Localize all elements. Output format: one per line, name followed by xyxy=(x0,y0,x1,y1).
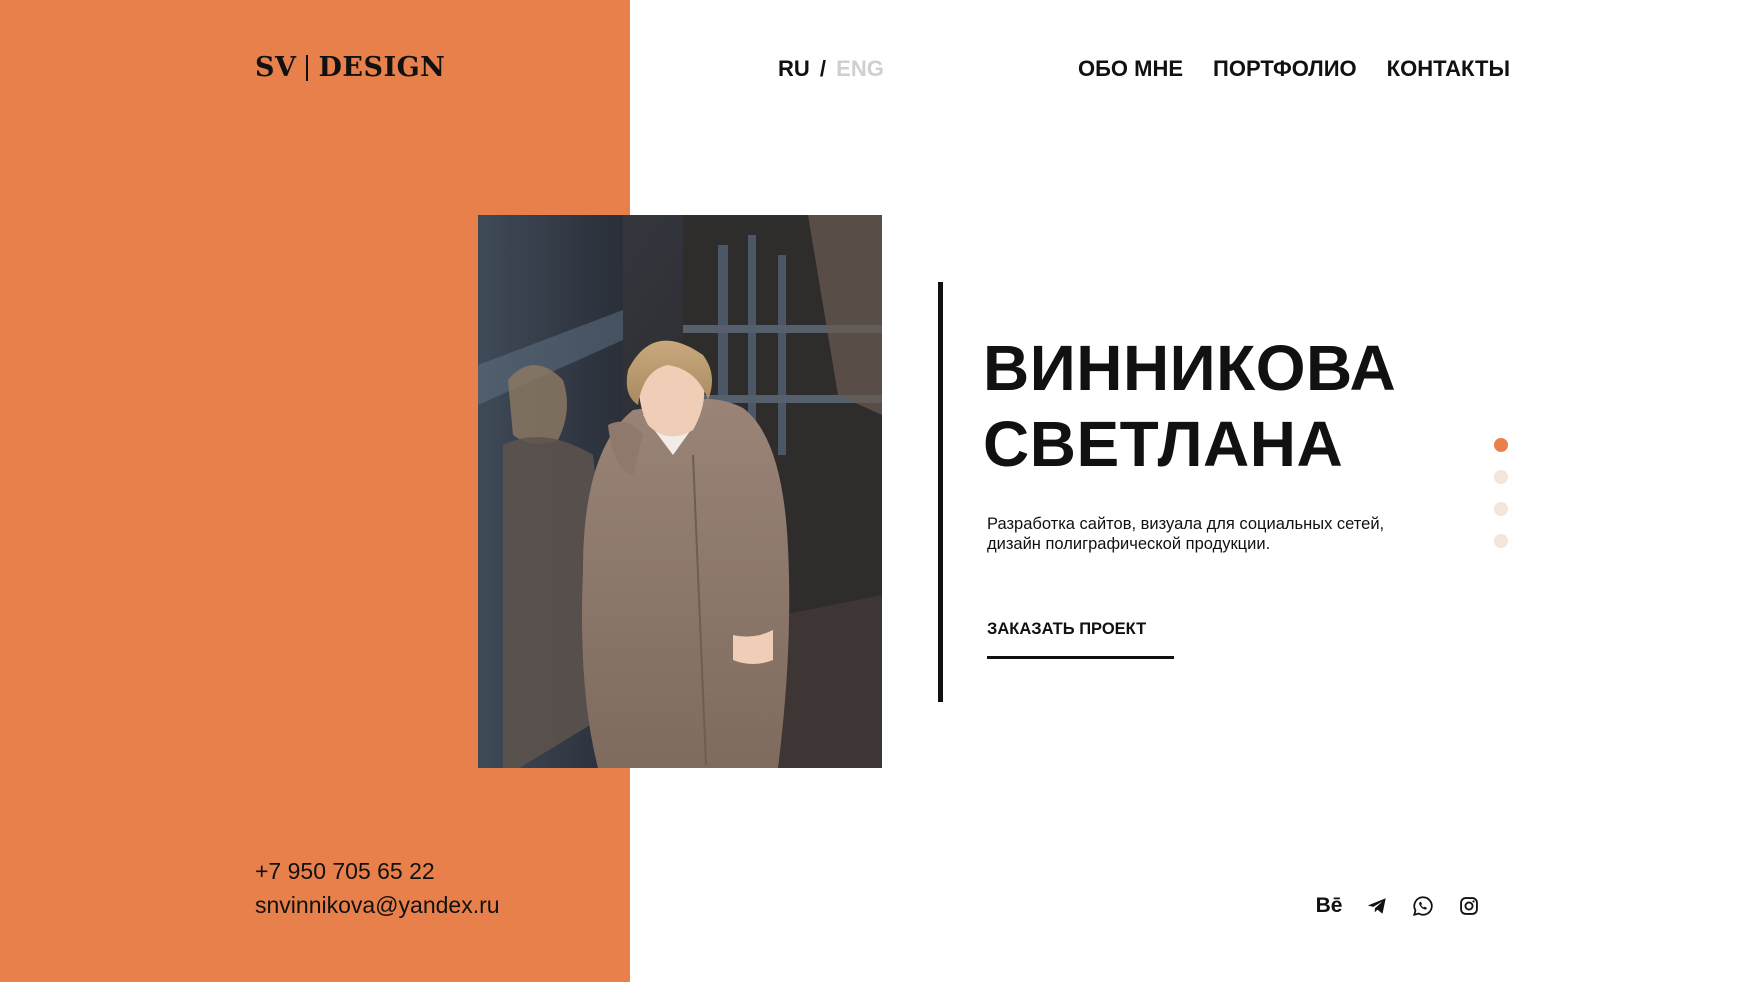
instagram-icon[interactable] xyxy=(1456,893,1482,919)
contact-info: +7 950 705 65 22 snvinnikova@yandex.ru xyxy=(255,854,500,922)
portrait-photo xyxy=(478,215,882,768)
slider-dot-2[interactable] xyxy=(1494,470,1508,484)
telegram-icon[interactable] xyxy=(1364,893,1390,919)
nav-item-about[interactable]: ОБО МНЕ xyxy=(1078,56,1183,82)
behance-icon[interactable]: Bē xyxy=(1314,893,1344,919)
slider-dot-3[interactable] xyxy=(1494,502,1508,516)
slider-pagination xyxy=(1494,438,1508,548)
email-link[interactable]: snvinnikova@yandex.ru xyxy=(255,888,500,922)
main-nav: ОБО МНЕ ПОРТФОЛИО КОНТАКТЫ xyxy=(1078,56,1510,82)
logo[interactable]: SV DESIGN xyxy=(255,52,445,83)
whatsapp-icon[interactable] xyxy=(1410,893,1436,919)
lang-separator: / xyxy=(819,56,827,81)
cta-underline xyxy=(987,656,1174,659)
hero-title-line1: ВИННИКОВА xyxy=(983,332,1397,404)
slider-dot-4[interactable] xyxy=(1494,534,1508,548)
hero-subtitle-line2: дизайн полиграфической продукции. xyxy=(987,535,1271,553)
phone-link[interactable]: +7 950 705 65 22 xyxy=(255,854,500,888)
lang-ru[interactable]: RU xyxy=(778,56,810,81)
logo-right-text: DESIGN xyxy=(318,52,446,83)
language-switcher: RU / ENG xyxy=(778,56,884,82)
nav-item-contacts[interactable]: КОНТАКТЫ xyxy=(1387,56,1510,82)
order-project-button[interactable]: ЗАКАЗАТЬ ПРОЕКТ xyxy=(987,620,1146,639)
lang-eng[interactable]: ENG xyxy=(836,56,884,81)
hero-title-line2: СВЕТЛАНА xyxy=(983,408,1344,480)
social-links: Bē xyxy=(1314,893,1482,919)
nav-item-portfolio[interactable]: ПОРТФОЛИО xyxy=(1213,56,1357,82)
hero-title: ВИННИКОВА СВЕТЛАНА xyxy=(983,330,1396,482)
hero-divider xyxy=(938,282,943,702)
slider-dot-1[interactable] xyxy=(1494,438,1508,452)
logo-divider xyxy=(306,54,309,81)
hero-subtitle: Разработка сайтов, визуала для социальны… xyxy=(987,514,1407,554)
logo-left-text: SV xyxy=(255,52,297,83)
hero-subtitle-line1: Разработка сайтов, визуала для социальны… xyxy=(987,515,1385,533)
